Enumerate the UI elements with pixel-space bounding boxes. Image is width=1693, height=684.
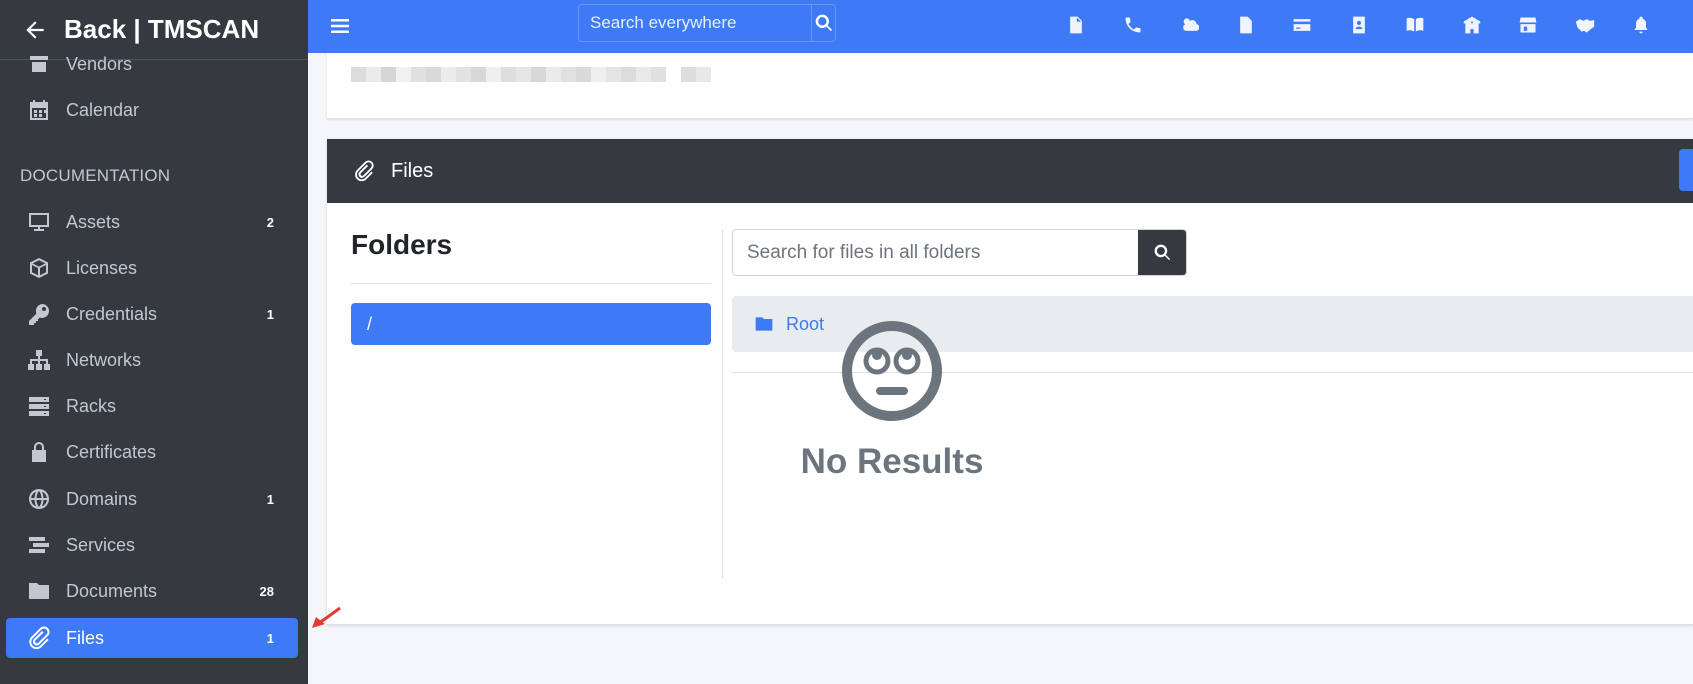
sidebar-item-label: Calendar (66, 99, 140, 120)
redacted-title (351, 67, 711, 82)
sidebar-item-label: Documents (66, 580, 158, 601)
sidebar-item-label: Services (66, 534, 136, 555)
sidebar-item-documents[interactable]: Documents 28 (6, 571, 298, 611)
count-badge: 28 (259, 583, 274, 599)
sidebar-item-certificates[interactable]: Certificates (6, 432, 298, 472)
section-header-documentation: DOCUMENTATION (20, 166, 171, 185)
files-card-title: Files (391, 159, 434, 182)
count-badge: 1 (266, 491, 274, 507)
brand-label: Back | TMSCAN (64, 14, 260, 44)
sidebar-item-domains[interactable]: Domains 1 (6, 479, 298, 519)
sidebar-item-credentials[interactable]: Credentials 1 (6, 294, 298, 334)
bell-icon[interactable] (1613, 10, 1670, 40)
files-card: Files Folders / Root No Results (327, 139, 1693, 625)
store-icon (26, 51, 52, 77)
file-search-button[interactable] (1138, 230, 1186, 275)
phone-icon[interactable] (1105, 10, 1162, 40)
count-badge: 1 (266, 306, 274, 322)
paperclip-icon (355, 160, 374, 182)
sidebar-item-label: Assets (66, 211, 121, 232)
server-icon (26, 393, 52, 419)
paperclip-icon (26, 625, 52, 651)
quick-actions (1048, 10, 1670, 40)
folders-title: Folders (351, 229, 453, 260)
lock-icon (26, 439, 52, 465)
calendar-icon (26, 97, 52, 123)
search-icon (1154, 244, 1170, 261)
sidebar-item-label: Domains (66, 488, 138, 509)
sidebar-item-label: Racks (66, 395, 117, 416)
document-icon[interactable] (1218, 10, 1275, 40)
count-badge: 1 (266, 630, 274, 646)
sidebar: Back | TMSCAN Vendors Calendar DOCUMENTA… (0, 0, 308, 684)
book-icon[interactable] (1387, 10, 1444, 40)
file-search-input[interactable] (733, 230, 1138, 275)
desktop-icon (26, 209, 52, 235)
file-search (732, 229, 1187, 276)
sidebar-item-label: Networks (66, 349, 142, 370)
rolling-eyes-icon (842, 321, 942, 421)
cube-icon (26, 255, 52, 281)
file-icon[interactable] (1048, 10, 1105, 40)
top-navbar (308, 0, 1693, 53)
sidebar-item-label: Vendors (66, 53, 133, 74)
global-search-button[interactable] (811, 5, 835, 41)
global-search (578, 4, 836, 42)
sidebar-item-calendar[interactable]: Calendar (6, 90, 298, 130)
sidebar-item-licenses[interactable]: Licenses (6, 248, 298, 288)
key-icon (26, 301, 52, 327)
credit-card-icon[interactable] (1274, 10, 1331, 40)
redacted-card (327, 53, 1693, 119)
folder-icon (26, 578, 52, 604)
sidebar-item-label: Credentials (66, 303, 158, 324)
search-icon (815, 14, 832, 32)
sidebar-item-label: Licenses (66, 257, 138, 278)
arrow-pointer-icon (312, 606, 341, 628)
cloud-sun-icon[interactable] (1161, 10, 1218, 40)
sidebar-item-networks[interactable]: Networks (6, 340, 298, 380)
network-icon (26, 347, 52, 373)
sidebar-item-services[interactable]: Services (6, 525, 298, 565)
sidebar-item-label: Certificates (66, 441, 157, 462)
empty-state: No Results (327, 319, 1457, 482)
count-badge: 2 (266, 214, 274, 230)
globe-icon (26, 486, 52, 512)
global-search-input[interactable] (579, 5, 811, 41)
divider (351, 283, 711, 284)
arrow-left-icon (26, 20, 44, 39)
files-card-header: Files (327, 139, 1693, 203)
sidebar-item-assets[interactable]: Assets 2 (6, 202, 298, 242)
header-action-button[interactable] (1679, 149, 1693, 191)
contact-icon[interactable] (1331, 10, 1388, 40)
menu-icon[interactable] (328, 14, 352, 38)
stream-icon (26, 532, 52, 558)
building-icon[interactable] (1444, 10, 1501, 40)
sidebar-item-files[interactable]: Files 1 (6, 618, 298, 658)
sidebar-item-racks[interactable]: Racks (6, 386, 298, 426)
sidebar-item-label: Files (66, 627, 105, 648)
sidebar-item-vendors[interactable]: Vendors (6, 44, 298, 84)
no-results-text: No Results (800, 442, 984, 481)
handshake-icon[interactable] (1557, 10, 1614, 40)
store-icon[interactable] (1500, 10, 1557, 40)
